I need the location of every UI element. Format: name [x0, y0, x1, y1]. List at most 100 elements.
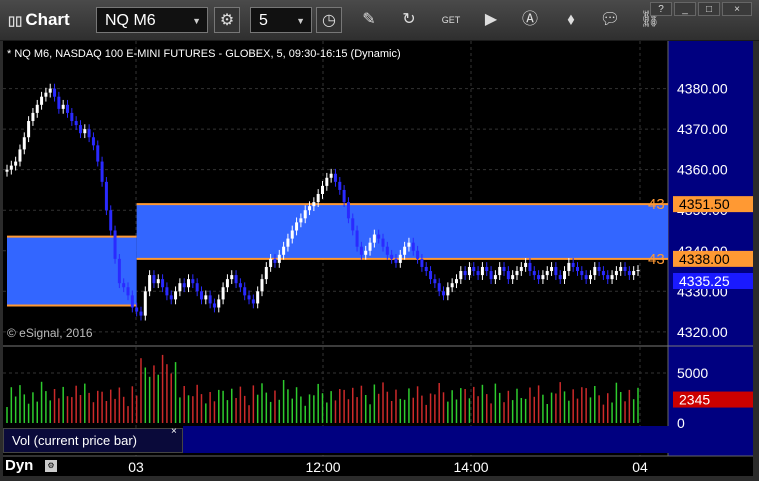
- interval-value: 5: [259, 12, 268, 29]
- chart-canvas[interactable]: 4380.004370.004360.004350.004340.004330.…: [3, 41, 753, 476]
- candle-body: [277, 254, 281, 263]
- candle-body: [467, 266, 471, 276]
- candle-body: [109, 210, 113, 231]
- candle-body: [57, 96, 61, 109]
- refresh-button[interactable]: ↻: [396, 7, 422, 33]
- candle-body: [48, 88, 52, 93]
- candle-body: [282, 246, 286, 255]
- candle-body: [368, 242, 372, 251]
- volume-label-band: [183, 426, 670, 453]
- candle-body: [135, 307, 139, 312]
- candle-body: [122, 283, 126, 288]
- minimize-button[interactable]: _: [674, 2, 696, 16]
- candle-body: [329, 173, 333, 178]
- candle-body: [407, 242, 411, 247]
- settings-icon: ⚙: [219, 12, 235, 29]
- y-tick-label: 4380.00: [677, 81, 728, 97]
- candle-body: [191, 279, 195, 284]
- candle-body: [321, 185, 324, 194]
- candle-body: [519, 266, 523, 272]
- candle-body: [74, 121, 78, 126]
- volume-value-label: 2345: [679, 392, 710, 408]
- candle-body: [550, 266, 554, 272]
- candle-body: [187, 279, 191, 288]
- volume-y-tick: 5000: [677, 365, 708, 381]
- candle-body: [588, 275, 592, 280]
- candle-body: [251, 299, 255, 304]
- clock-button[interactable]: ◷: [316, 7, 342, 33]
- close-study-icon[interactable]: ×: [171, 426, 177, 437]
- volume-y-tick: 0: [677, 415, 685, 431]
- volume-study-label[interactable]: Vol (current price bar): [3, 428, 183, 453]
- chart-window-icon: ▯▯: [8, 13, 23, 28]
- pencil-button[interactable]: ✎: [356, 7, 382, 33]
- chart-header: * NQ M6, NASDAQ 100 E-MINI FUTURES - GLO…: [7, 48, 401, 60]
- candle-body: [394, 258, 398, 263]
- close-icon: ×: [734, 4, 740, 15]
- candle-body: [31, 112, 35, 122]
- candle-body: [385, 246, 389, 255]
- interval-combo[interactable]: 5 ▼: [250, 7, 312, 33]
- candle-body: [260, 279, 264, 292]
- play-icon: ▶: [484, 11, 498, 28]
- candle-body: [390, 254, 394, 259]
- candle-body: [416, 250, 420, 259]
- candle-body: [502, 266, 506, 272]
- y-tick-label: 4360.00: [677, 162, 728, 178]
- get-button[interactable]: GET: [438, 7, 464, 33]
- candle-body: [489, 271, 493, 280]
- candle-body: [238, 283, 242, 288]
- eraser-button[interactable]: ⬧: [558, 7, 584, 33]
- candle-body: [70, 112, 74, 122]
- candle-body: [485, 266, 489, 272]
- candle-body: [623, 266, 627, 272]
- candle-body: [632, 271, 636, 276]
- close-button[interactable]: ×: [722, 2, 752, 16]
- candle-body: [463, 271, 467, 276]
- candle-body: [40, 96, 44, 105]
- maximize-button[interactable]: □: [698, 2, 720, 16]
- candle-body: [316, 194, 320, 203]
- mode-icon[interactable]: ⚙: [45, 460, 57, 472]
- candle-body: [208, 295, 212, 304]
- candle-body: [290, 230, 294, 239]
- candle-body: [18, 149, 22, 162]
- settings-button[interactable]: ⚙: [214, 7, 240, 33]
- candle-body: [364, 250, 368, 255]
- candle-body: [359, 246, 363, 255]
- candle-body: [243, 287, 247, 296]
- candle-body: [130, 295, 134, 308]
- dynamic-mode-label[interactable]: Dyn: [5, 457, 33, 474]
- x-tick: 03: [128, 459, 144, 475]
- symbol-combo[interactable]: NQ M6 ▼: [96, 7, 208, 33]
- candle-body: [152, 275, 156, 284]
- candle-body: [601, 271, 605, 276]
- window-title: ▯▯ Chart: [8, 10, 70, 30]
- clock-icon: ◷: [322, 12, 336, 29]
- chart-area[interactable]: 4380.004370.004360.004350.004340.004330.…: [3, 41, 753, 476]
- candle-body: [411, 242, 415, 251]
- candle-body: [182, 283, 186, 288]
- copyright-label: © eSignal, 2016: [7, 326, 93, 340]
- candle-body: [117, 258, 121, 284]
- candle-body: [234, 275, 238, 284]
- candle-body: [61, 104, 65, 109]
- refresh-icon: ↻: [402, 11, 416, 28]
- candle-body: [593, 266, 597, 276]
- candle-body: [528, 262, 532, 272]
- x-tick: 12:00: [305, 459, 341, 475]
- alert-button[interactable]: Ⓐ: [517, 7, 543, 33]
- candle-body: [355, 230, 359, 247]
- candle-body: [563, 271, 567, 280]
- chat-button[interactable]: 💬︎: [597, 7, 623, 33]
- candle-body: [480, 266, 484, 276]
- candle-body: [204, 295, 208, 300]
- chevron-down-icon: ▼: [296, 16, 305, 26]
- candle-body: [554, 266, 558, 276]
- help-window-button[interactable]: ?: [650, 2, 672, 16]
- chat-icon: 💬︎: [599, 11, 621, 28]
- candle-body: [459, 271, 463, 280]
- candle-body: [575, 266, 579, 272]
- play-button[interactable]: ▶: [478, 7, 504, 33]
- window-title-text: Chart: [25, 10, 70, 29]
